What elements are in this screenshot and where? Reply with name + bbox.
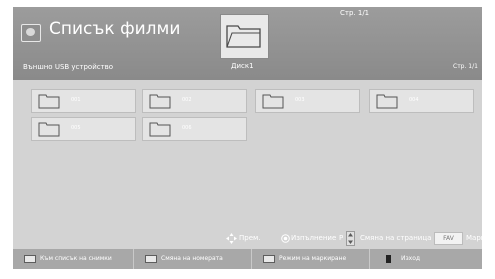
help-mark: Марк.	[466, 234, 482, 242]
movie-list-icon	[21, 24, 41, 42]
button-label: Изход	[401, 255, 421, 262]
page-indicator-right: Стр. 1/1	[453, 63, 478, 70]
help-play: Изпълнение	[291, 234, 337, 242]
movie-list-panel: Списък филми Стр. 1/1 Външно USB устройс…	[13, 7, 482, 269]
button-label: Смяна на номерата	[161, 255, 223, 262]
exit-icon	[386, 255, 391, 263]
header-bar: Списък филми Стр. 1/1 Външно USB устройс…	[13, 7, 482, 80]
folder-tile[interactable]: 002	[142, 89, 247, 113]
folder-grid: 001 002 003 004 005 006	[13, 80, 482, 230]
numbering-icon	[145, 255, 157, 263]
folder-tile[interactable]: 006	[142, 117, 247, 141]
folder-icon	[376, 94, 398, 109]
folder-tile[interactable]: 003	[255, 89, 360, 113]
button-label: Към списък на снимки	[40, 255, 112, 262]
folder-tile[interactable]: 001	[31, 89, 136, 113]
folder-icon	[38, 122, 60, 137]
mark-mode-icon	[263, 255, 275, 263]
folder-label: 002	[182, 97, 192, 103]
disk-name: Диск1	[231, 62, 254, 70]
current-folder[interactable]	[220, 14, 269, 59]
device-name: Външно USB устройство	[23, 63, 114, 71]
navigation-arrows-icon	[226, 233, 237, 244]
page-up-down-icon	[346, 231, 355, 246]
folder-icon	[262, 94, 284, 109]
exit-button[interactable]: Изход	[370, 249, 482, 269]
change-numbering-button[interactable]: Смяна на номерата	[134, 249, 252, 269]
folder-icon	[226, 25, 261, 48]
folder-label: 006	[182, 125, 192, 131]
ok-button-icon	[281, 234, 290, 243]
bottom-bar: Към списък на снимки Смяна на номерата Р…	[13, 249, 482, 269]
folder-tile[interactable]: 004	[369, 89, 474, 113]
help-move: Прем.	[239, 234, 261, 242]
help-page-key: P	[339, 234, 344, 242]
button-label: Режим на маркиране	[279, 255, 347, 262]
to-photo-list-button[interactable]: Към списък на снимки	[13, 249, 134, 269]
folder-tile[interactable]: 005	[31, 117, 136, 141]
folder-label: 005	[71, 125, 81, 131]
folder-icon	[149, 122, 171, 137]
folder-label: 004	[409, 97, 419, 103]
page-indicator: Стр. 1/1	[340, 9, 370, 17]
screen: Списък филми Стр. 1/1 Външно USB устройс…	[0, 0, 495, 279]
page-title: Списък филми	[49, 19, 181, 39]
fav-button[interactable]: FAV	[434, 232, 463, 245]
photo-list-icon	[24, 255, 36, 263]
help-page-change: Смяна на страница	[360, 234, 432, 242]
folder-icon	[38, 94, 60, 109]
help-bar: Прем. Изпълнение P Смяна на страница FAV…	[13, 230, 482, 248]
folder-label: 001	[71, 97, 81, 103]
mark-mode-button[interactable]: Режим на маркиране	[252, 249, 370, 269]
folder-label: 003	[295, 97, 305, 103]
folder-icon	[149, 94, 171, 109]
